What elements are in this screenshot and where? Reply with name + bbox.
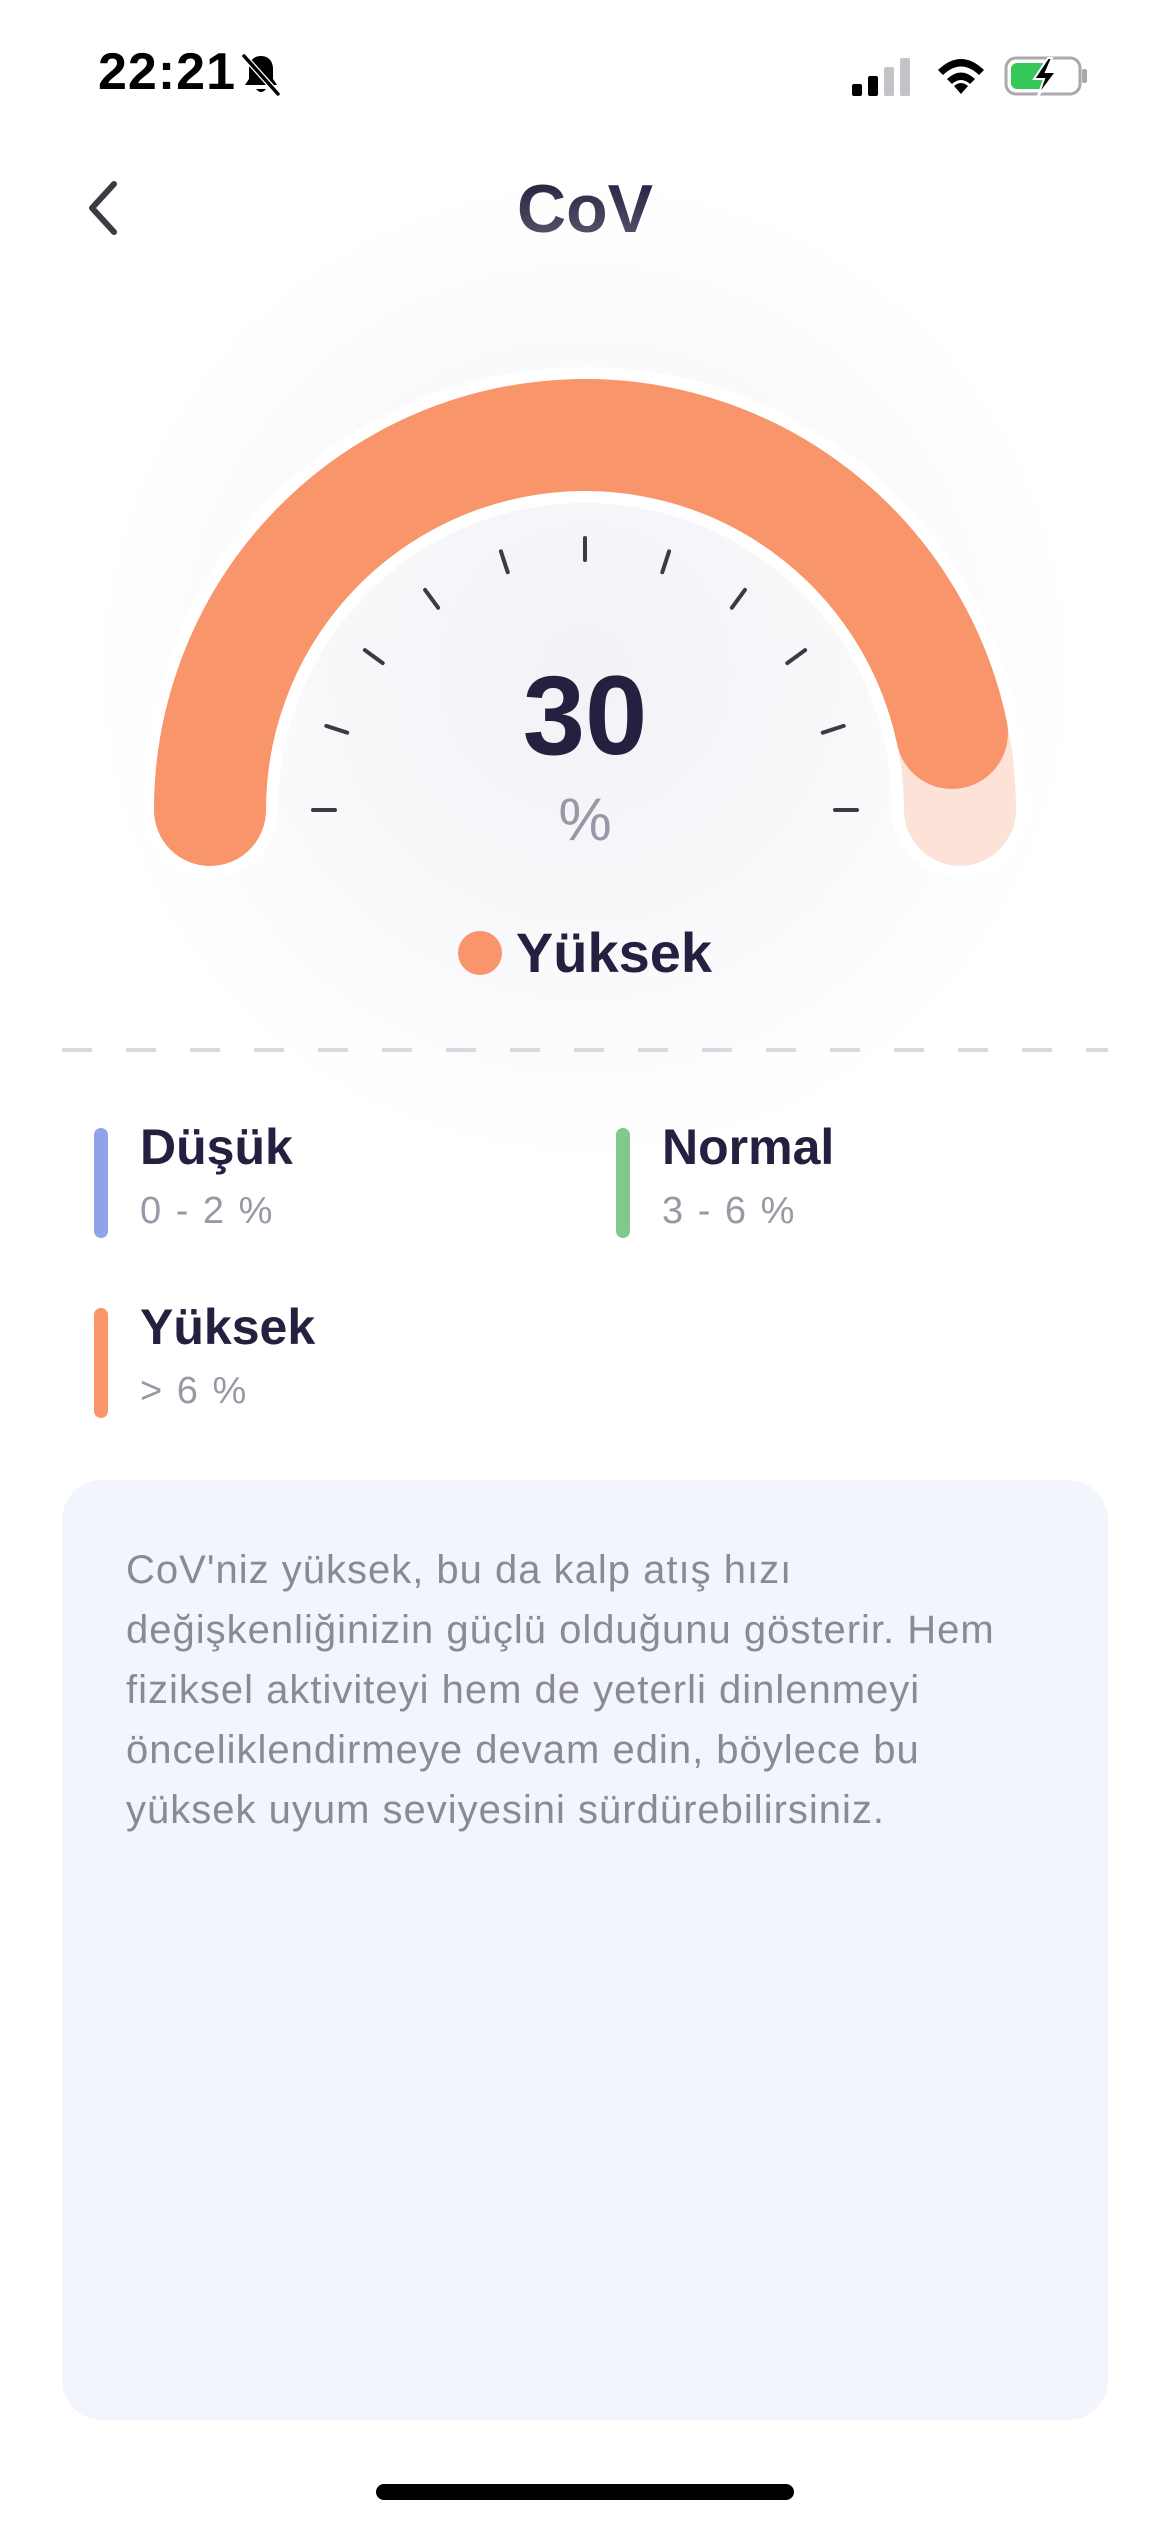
gauge-status: Yüksek <box>0 920 1170 985</box>
legend-range: > 6 % <box>140 1370 249 1412</box>
legend-title: Düşük <box>140 1119 293 1175</box>
home-indicator[interactable] <box>376 2484 794 2500</box>
status-label: Yüksek <box>515 921 713 984</box>
legend-item-yuksek: Yüksek > 6 % <box>94 1298 554 1418</box>
gauge-value: 30 <box>522 653 648 778</box>
description-text: CoV'niz yüksek, bu da kalp atış hızı değ… <box>126 1548 995 1832</box>
description-card: CoV'niz yüksek, bu da kalp atış hızı değ… <box>62 1480 1108 2420</box>
status-dot <box>457 930 502 975</box>
legend-title: Yüksek <box>140 1299 316 1355</box>
cov-screen: 22:21 CoV <box>0 0 1170 2532</box>
legend-range: 0 - 2 % <box>140 1190 275 1232</box>
gauge-tick <box>729 587 747 610</box>
legend-item-normal: Normal 3 - 6 % <box>616 1118 1076 1238</box>
legend-title: Normal <box>662 1119 835 1175</box>
legend-color-bar <box>616 1128 630 1238</box>
gauge-tick <box>660 549 672 575</box>
legend-color-bar <box>94 1308 108 1418</box>
legend-item-dusuk: Düşük 0 - 2 % <box>94 1118 554 1238</box>
gauge-tick <box>423 587 441 610</box>
dashed-divider <box>62 1048 1108 1052</box>
legend-color-bar <box>94 1128 108 1238</box>
gauge-unit: % <box>558 786 612 853</box>
legend-range: 3 - 6 % <box>662 1190 797 1232</box>
gauge-tick <box>498 549 510 575</box>
